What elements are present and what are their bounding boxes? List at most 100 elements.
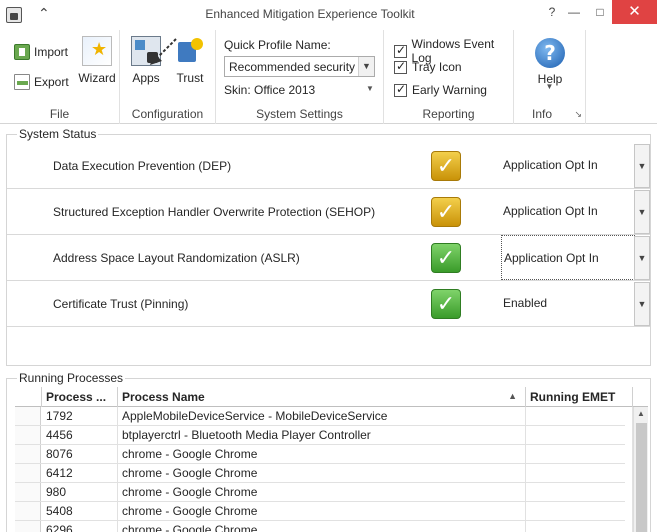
scrollbar-thumb[interactable] [636,423,647,532]
table-row[interactable]: 6412 chrome - Google Chrome [15,464,633,483]
cell-process-name: AppleMobileDeviceService - MobileDeviceS… [118,407,526,426]
tray-icon-label: Tray Icon [412,60,462,74]
group-label-reporting: Reporting [422,107,475,121]
ok-check-icon: ✓ [431,243,461,273]
group-label-file: File [49,107,70,121]
cell-process-id: 4456 [42,426,118,445]
ribbon: Import Export Wizard File Apps Trust Con… [0,30,657,124]
column-header-process-id[interactable]: Process ... [42,387,118,407]
cell-process-name: chrome - Google Chrome [118,445,526,464]
cell-running-emet [526,521,633,532]
cell-process-id: 980 [42,483,118,502]
export-icon [14,74,30,90]
cell-process-name: chrome - Google Chrome [118,521,526,532]
chevron-down-icon[interactable]: ▼ [634,236,650,280]
wizard-icon [82,36,112,66]
group-label-configuration: Configuration [131,107,204,121]
checkbox-early-warning[interactable]: Early Warning [394,82,487,97]
import-label: Import [34,45,69,59]
running-processes-title: Running Processes [17,371,126,385]
cell-process-name: chrome - Google Chrome [118,483,526,502]
vertical-scrollbar[interactable]: ▲ [633,407,648,532]
column-header-running-emet[interactable]: Running EMET [526,387,633,407]
minimize-button[interactable]: — [560,0,588,24]
running-processes-panel: Running Processes Process ... Process Na… [6,371,651,532]
chevron-down-icon[interactable]: ▼ [358,57,374,76]
table-row[interactable]: 1792 AppleMobileDeviceService - MobileDev… [15,407,633,426]
table-row[interactable]: 4456 btplayerctrl - Bluetooth Media Playe… [15,426,633,445]
dialog-launcher-icon[interactable]: ↘ [574,109,582,120]
scroll-up-icon[interactable]: ▲ [634,409,648,418]
cell-running-emet [526,464,633,483]
wizard-button[interactable]: Wizard [78,36,116,85]
cell-process-id: 1792 [42,407,118,426]
skin-dropdown-icon[interactable]: ▼ [366,84,374,93]
quick-profile-select[interactable]: Recommended security … ▼ [224,56,375,77]
checkbox-icon[interactable] [394,43,407,58]
status-value[interactable]: Application Opt In [501,143,635,188]
chevron-down-icon[interactable]: ▼ [634,282,650,326]
cell-process-name: btplayerctrl - Bluetooth Media Player Co… [118,426,526,445]
maximize-button[interactable]: □ [586,0,614,24]
help-icon: ? [535,38,565,68]
cell-running-emet [526,426,633,445]
ok-check-icon: ✓ [431,289,461,319]
chevron-down-icon[interactable]: ▼ [634,190,650,234]
status-row-pinning: Certificate Trust (Pinning) ✓ Enabled ▼ [7,281,650,327]
window-title: Enhanced Mitigation Experience Toolkit [205,7,415,21]
column-header-process-name[interactable]: Process Name ▲ [118,387,526,407]
status-name: Certificate Trust (Pinning) [53,297,189,311]
table-row[interactable]: 6296 chrome - Google Chrome [15,521,633,532]
row-header-corner [15,387,42,407]
table-row[interactable]: 5408 chrome - Google Chrome [15,502,633,521]
system-status-title: System Status [17,127,99,141]
status-name: Address Space Layout Randomization (ASLR… [53,251,300,265]
skin-selector[interactable]: Skin: Office 2013 [224,83,315,97]
early-warning-label: Early Warning [412,83,487,97]
title-bar: ⌃ Enhanced Mitigation Experience Toolkit… [0,0,657,30]
trust-label: Trust [176,71,204,85]
help-button[interactable]: ? Help [532,38,568,86]
checkbox-icon[interactable] [394,82,407,97]
cell-process-name: chrome - Google Chrome [118,464,526,483]
system-status-panel: System Status Data Execution Prevention … [6,127,651,366]
quick-profile-label: Quick Profile Name: [224,38,331,52]
export-label: Export [34,75,69,89]
warning-check-icon: ✓ [431,151,461,181]
cell-process-id: 6296 [42,521,118,532]
export-button[interactable]: Export [14,74,69,90]
status-value[interactable]: Enabled [501,281,635,326]
quick-profile-value: Recommended security … [229,60,371,74]
ribbon-group-info: ? Help ▼ Info ↘ [514,30,586,124]
cell-running-emet [526,445,633,464]
import-button[interactable]: Import [14,44,68,60]
cell-process-id: 5408 [42,502,118,521]
cell-running-emet [526,407,633,426]
checkbox-tray-icon[interactable]: Tray Icon [394,59,462,74]
table-row[interactable]: 980 chrome - Google Chrome [15,483,633,502]
cell-process-id: 8076 [42,445,118,464]
ribbon-group-system-settings: Quick Profile Name: Recommended security… [216,30,384,124]
status-value[interactable]: Application Opt In [501,189,635,234]
ribbon-group-reporting: Windows Event Log Tray Icon Early Warnin… [384,30,514,124]
checkbox-icon[interactable] [394,59,407,74]
help-dropdown-icon[interactable]: ▼ [514,82,585,91]
status-row-aslr: Address Space Layout Randomization (ASLR… [7,235,650,281]
import-icon [14,44,30,60]
status-row-sehop: Structured Exception Handler Overwrite P… [7,189,650,235]
group-label-system-settings: System Settings [256,107,343,121]
group-label-info: Info [531,107,552,121]
status-row-dep: Data Execution Prevention (DEP) ✓ Applic… [7,143,650,189]
apps-label: Apps [132,71,160,85]
close-button[interactable]: ✕ [612,0,657,24]
warning-check-icon: ✓ [431,197,461,227]
status-value[interactable]: Application Opt In [501,235,635,280]
table-header: Process ... Process Name ▲ Running EMET [15,387,648,407]
chevron-down-icon[interactable]: ▼ [634,144,650,188]
table-row[interactable]: 8076 chrome - Google Chrome [15,445,633,464]
sort-ascending-icon: ▲ [508,391,517,401]
status-name: Structured Exception Handler Overwrite P… [53,205,376,219]
cell-process-name: chrome - Google Chrome [118,502,526,521]
cell-process-id: 6412 [42,464,118,483]
mouse-cursor-icon [150,38,177,65]
